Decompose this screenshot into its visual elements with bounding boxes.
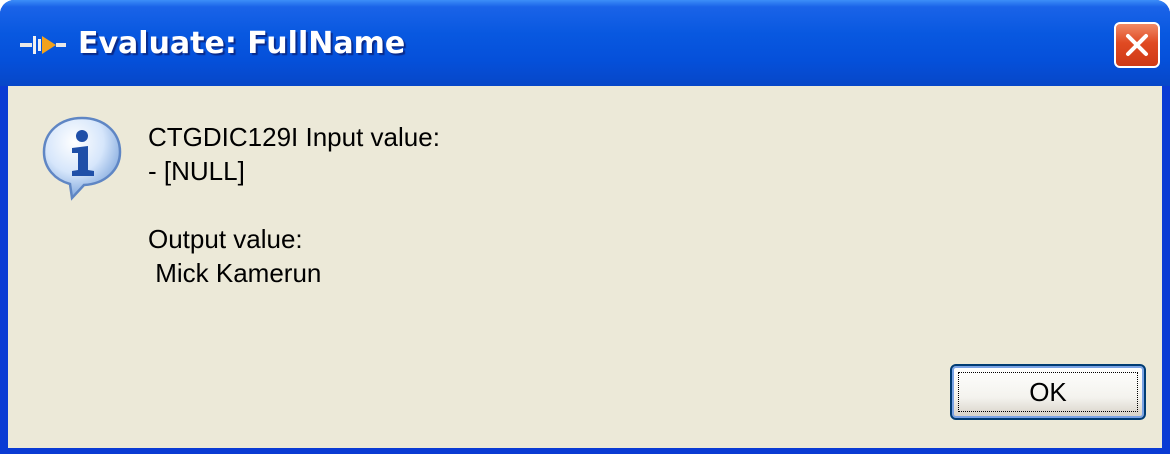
window-title: Evaluate: FullName — [78, 26, 406, 61]
close-icon — [1126, 34, 1148, 56]
dialog-body: CTGDIC129I Input value: - [NULL] Output … — [8, 86, 1162, 448]
close-button[interactable] — [1114, 22, 1160, 68]
evaluate-icon — [20, 32, 66, 58]
message-text: CTGDIC129I Input value: - [NULL] Output … — [148, 122, 440, 288]
dialog-window: Evaluate: FullName CTGDIC129I Input valu… — [0, 0, 1170, 454]
ok-button-label: OK — [1029, 377, 1067, 407]
ok-button[interactable]: OK — [950, 364, 1146, 420]
info-icon — [36, 112, 128, 204]
title-bar[interactable]: Evaluate: FullName — [0, 0, 1170, 86]
